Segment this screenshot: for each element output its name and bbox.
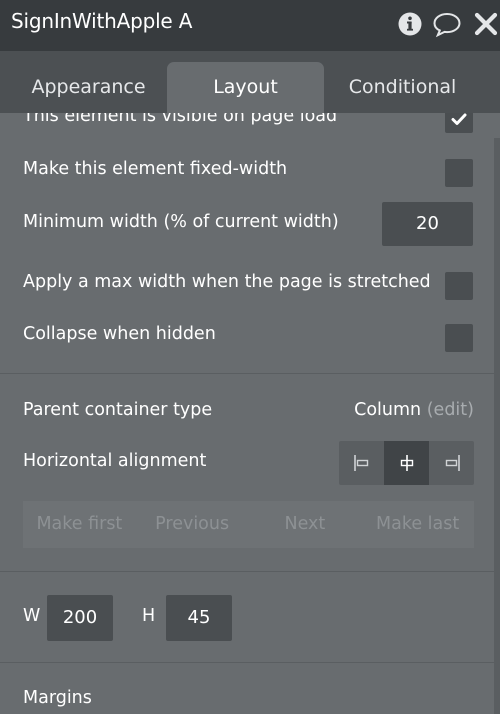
align-left-button[interactable]: [339, 441, 384, 485]
tab-appearance[interactable]: Appearance: [10, 62, 167, 113]
element-order-buttons: Make first Previous Next Make last: [23, 501, 474, 548]
parent-container-label: Parent container type: [23, 400, 213, 420]
align-center-icon: [400, 455, 414, 471]
previous-button[interactable]: Previous: [136, 501, 249, 548]
element-title: SignInWithApple A: [11, 9, 193, 33]
align-center-button[interactable]: [384, 441, 429, 485]
make-last-button[interactable]: Make last: [361, 501, 474, 548]
section-divider: [0, 662, 500, 663]
comment-icon[interactable]: [432, 10, 461, 38]
margins-label: Margins: [23, 688, 92, 708]
close-icon[interactable]: [472, 10, 500, 38]
section-divider: [0, 373, 500, 374]
tab-layout[interactable]: Layout: [167, 62, 324, 113]
min-width-input[interactable]: 20: [382, 202, 473, 246]
visible-on-load-checkbox[interactable]: [445, 113, 473, 133]
parent-container-value: Column (edit): [354, 400, 474, 420]
title-bar: SignInWithApple A: [0, 0, 500, 51]
collapse-hidden-label: Collapse when hidden: [23, 324, 216, 344]
height-label: H: [142, 606, 156, 626]
align-right-icon: [445, 455, 460, 471]
container-type-value: Column: [354, 400, 422, 420]
info-icon[interactable]: [396, 10, 424, 38]
checkmark-icon: [451, 113, 467, 125]
fixed-width-label: Make this element fixed-width: [23, 159, 288, 179]
section-divider: [0, 571, 500, 572]
align-left-icon: [354, 455, 369, 471]
width-input[interactable]: 200: [47, 595, 113, 641]
next-button[interactable]: Next: [249, 501, 362, 548]
width-label: W: [23, 606, 41, 626]
fixed-width-checkbox[interactable]: [445, 159, 473, 187]
scrollbar[interactable]: [494, 138, 500, 714]
layout-panel: This element is visible on page load Mak…: [0, 113, 500, 714]
align-right-button[interactable]: [429, 441, 474, 485]
property-tabs: Appearance Layout Conditional: [0, 51, 500, 113]
horizontal-alignment-label: Horizontal alignment: [23, 451, 207, 471]
horizontal-alignment-buttons: [339, 441, 474, 485]
visible-on-load-label: This element is visible on page load: [23, 113, 338, 126]
edit-container-link[interactable]: (edit): [427, 400, 474, 420]
make-first-button[interactable]: Make first: [23, 501, 136, 548]
max-width-checkbox[interactable]: [445, 272, 473, 300]
tab-conditional[interactable]: Conditional: [324, 62, 481, 113]
height-input[interactable]: 45: [166, 595, 232, 641]
min-width-label: Minimum width (% of current width): [23, 212, 339, 232]
max-width-label: Apply a max width when the page is stret…: [23, 272, 431, 292]
collapse-hidden-checkbox[interactable]: [445, 324, 473, 352]
